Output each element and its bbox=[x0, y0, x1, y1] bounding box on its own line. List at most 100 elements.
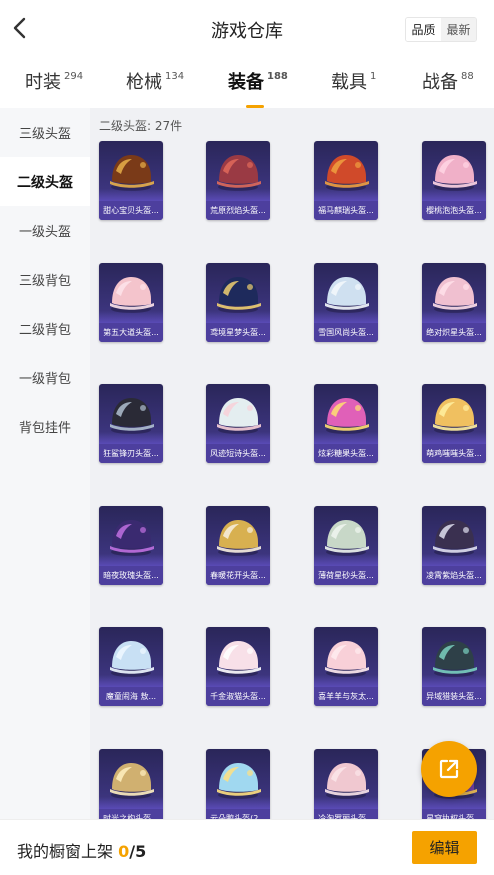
item-card[interactable]: 甜心宝贝头盔... bbox=[99, 141, 163, 220]
item-name: 冷淘罗丽头盔... bbox=[314, 809, 378, 819]
tab-count: 1 bbox=[370, 71, 377, 82]
category-tabs: 时装 294 枪械 134 装备 188 载具 1 战备 88 bbox=[0, 58, 494, 108]
tab-combat-supplies[interactable]: 战备 88 bbox=[422, 68, 474, 94]
item-name: 炫彩糖果头盔... bbox=[314, 444, 378, 463]
item-card[interactable]: 千金淑猫头盔... bbox=[206, 627, 270, 706]
item-card[interactable]: 第五大道头盔... bbox=[99, 263, 163, 342]
item-card[interactable]: 荒原烈焰头盔... bbox=[206, 141, 270, 220]
item-card[interactable]: 暗夜玫瑰头盔... bbox=[99, 506, 163, 585]
item-name: 樱桃泡泡头盔... bbox=[422, 201, 486, 220]
tab-label: 战备 bbox=[422, 72, 458, 93]
tab-fashion[interactable]: 时装 294 bbox=[25, 68, 83, 94]
tab-count: 134 bbox=[165, 71, 185, 82]
shelf-label: 我的橱窗上架 bbox=[17, 842, 119, 861]
item-name: 狂鲨锋刃头盔... bbox=[99, 444, 163, 463]
card-glow bbox=[99, 311, 163, 323]
game-warehouse-screen: 游戏仓库 品质 最新 时装 294 枪械 134 装备 188 载具 1 战备 88 三级… bbox=[0, 0, 494, 875]
item-card[interactable]: 喜羊羊与灰太... bbox=[314, 627, 378, 706]
item-name: 魔童闹海 敖... bbox=[99, 687, 163, 706]
card-glow bbox=[422, 189, 486, 201]
item-name: 荒原烈焰头盔... bbox=[206, 201, 270, 220]
sidebar-item-level3-backpack[interactable]: 三级背包 bbox=[0, 255, 90, 304]
tab-vehicles[interactable]: 载具 1 bbox=[331, 68, 376, 94]
item-card[interactable]: 鸢境星梦头盔... bbox=[206, 263, 270, 342]
card-glow bbox=[422, 311, 486, 323]
item-name: 千金淑猫头盔... bbox=[206, 687, 270, 706]
tab-label: 装备 bbox=[228, 72, 264, 93]
item-name: 暗夜玫瑰头盔... bbox=[99, 566, 163, 585]
card-glow bbox=[314, 675, 378, 687]
card-glow bbox=[99, 797, 163, 809]
section-count-label: 二级头盔: 27件 bbox=[99, 119, 183, 133]
item-name: 异域猎装头盔... bbox=[422, 687, 486, 706]
item-name: 时光之构头盔... bbox=[99, 809, 163, 819]
showcase-shelf-status: 我的橱窗上架 0/5 bbox=[17, 838, 146, 862]
item-card[interactable]: 绝对炽星头盔... bbox=[422, 263, 486, 342]
bottom-bar: 我的橱窗上架 0/5 编辑 bbox=[0, 819, 494, 875]
card-glow bbox=[422, 797, 486, 809]
sort-by-latest-button[interactable]: 最新 bbox=[441, 18, 476, 41]
sidebar-item-level1-backpack[interactable]: 一级背包 bbox=[0, 353, 90, 402]
sidebar-item-backpack-charm[interactable]: 背包挂件 bbox=[0, 402, 90, 451]
item-name: 云朵鸭头盔(2... bbox=[206, 809, 270, 819]
subcategory-sidebar: 三级头盔 二级头盔 一级头盔 三级背包 二级背包 一级背包 背包挂件 bbox=[0, 108, 90, 819]
item-name: 绝对炽星头盔... bbox=[422, 323, 486, 342]
item-name: 福马麒瑞头盔... bbox=[314, 201, 378, 220]
tab-equipment[interactable]: 装备 188 bbox=[228, 68, 288, 108]
item-grid-area: 二级头盔: 27件 甜心宝贝头盔... 荒原烈焰头盔... 福马麒瑞头盔... 樱桃泡… bbox=[90, 108, 494, 819]
item-card[interactable]: 春暖花开头盔... bbox=[206, 506, 270, 585]
sort-by-quality-button[interactable]: 品质 bbox=[406, 18, 441, 41]
edit-button[interactable]: 编辑 bbox=[412, 831, 477, 864]
item-name: 星穹执权头盔... bbox=[422, 809, 486, 819]
item-name: 薄荷星砂头盔... bbox=[314, 566, 378, 585]
item-name: 雪国风尚头盔... bbox=[314, 323, 378, 342]
card-glow bbox=[422, 675, 486, 687]
card-glow bbox=[206, 797, 270, 809]
item-card[interactable]: 冷淘罗丽头盔... bbox=[314, 749, 378, 819]
item-card[interactable]: 萌鸡嗤嗤头盔... bbox=[422, 384, 486, 463]
item-name: 春暖花开头盔... bbox=[206, 566, 270, 585]
card-glow bbox=[206, 432, 270, 444]
sidebar-item-level2-helmet[interactable]: 二级头盔 bbox=[0, 157, 90, 206]
item-card[interactable]: 炫彩糖果头盔... bbox=[314, 384, 378, 463]
card-glow bbox=[206, 675, 270, 687]
sidebar-item-level3-helmet[interactable]: 三级头盔 bbox=[0, 108, 90, 157]
tab-count: 88 bbox=[461, 71, 474, 82]
share-external-icon bbox=[439, 759, 459, 779]
card-glow bbox=[99, 675, 163, 687]
item-name: 风迹短诗头盔... bbox=[206, 444, 270, 463]
card-glow bbox=[422, 554, 486, 566]
card-glow bbox=[206, 311, 270, 323]
card-glow bbox=[99, 432, 163, 444]
item-card[interactable]: 凌霄紫焰头盔... bbox=[422, 506, 486, 585]
item-card[interactable]: 风迹短诗头盔... bbox=[206, 384, 270, 463]
card-glow bbox=[314, 797, 378, 809]
tab-weapons[interactable]: 枪械 134 bbox=[126, 68, 184, 94]
tab-label: 枪械 bbox=[126, 72, 162, 93]
item-card[interactable]: 异域猎装头盔... bbox=[422, 627, 486, 706]
shelf-current-count: 0 bbox=[118, 842, 130, 861]
item-name: 鸢境星梦头盔... bbox=[206, 323, 270, 342]
card-glow bbox=[206, 554, 270, 566]
item-card[interactable]: 狂鲨锋刃头盔... bbox=[99, 384, 163, 463]
item-name: 第五大道头盔... bbox=[99, 323, 163, 342]
item-card[interactable]: 时光之构头盔... bbox=[99, 749, 163, 819]
item-card[interactable]: 樱桃泡泡头盔... bbox=[422, 141, 486, 220]
item-card[interactable]: 福马麒瑞头盔... bbox=[314, 141, 378, 220]
card-glow bbox=[314, 311, 378, 323]
card-glow bbox=[422, 432, 486, 444]
item-card[interactable]: 薄荷星砂头盔... bbox=[314, 506, 378, 585]
sort-toggle: 品质 最新 bbox=[405, 17, 477, 42]
item-card[interactable]: 魔童闹海 敖... bbox=[99, 627, 163, 706]
card-glow bbox=[314, 432, 378, 444]
tab-label: 载具 bbox=[331, 72, 367, 93]
item-card[interactable]: 雪国风尚头盔... bbox=[314, 263, 378, 342]
share-button[interactable] bbox=[421, 741, 477, 797]
card-glow bbox=[206, 189, 270, 201]
tab-count: 294 bbox=[64, 71, 84, 82]
card-glow bbox=[314, 554, 378, 566]
item-card[interactable]: 云朵鸭头盔(2... bbox=[206, 749, 270, 819]
sidebar-item-level2-backpack[interactable]: 二级背包 bbox=[0, 304, 90, 353]
sidebar-item-level1-helmet[interactable]: 一级头盔 bbox=[0, 206, 90, 255]
card-glow bbox=[99, 189, 163, 201]
